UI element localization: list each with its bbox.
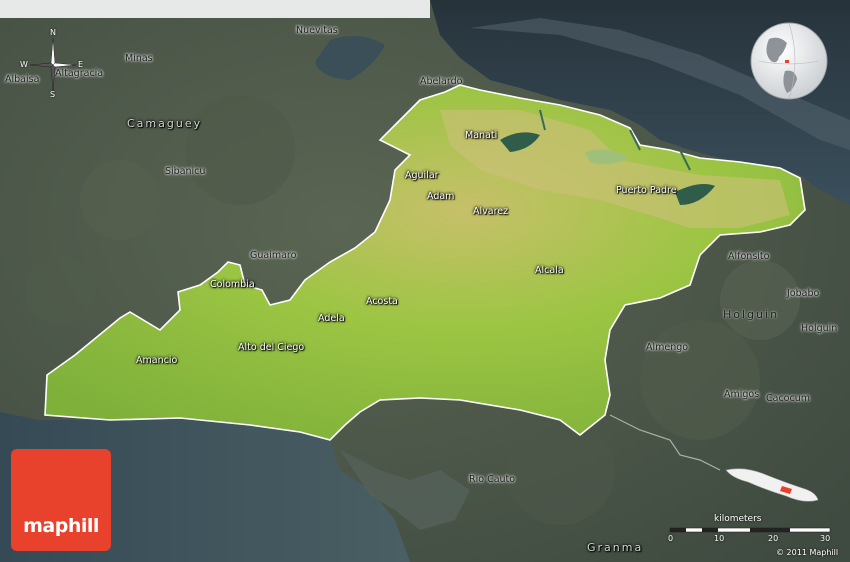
place-label-rio-cauto: Rio Cauto <box>469 474 516 485</box>
scale-tick-10: 10 <box>714 534 725 543</box>
cuba-inset-icon <box>725 468 819 502</box>
province-label-camaguey: Camaguey <box>127 117 203 130</box>
scale-bar-graphic <box>669 527 831 533</box>
cuba-inset-locator <box>724 462 820 508</box>
globe-locator <box>749 21 829 101</box>
place-label-cacocum: Cacocum <box>766 393 810 404</box>
place-label-alto-del-ciego: Alto del Ciego <box>238 342 305 353</box>
scale-tick-0: 0 <box>668 534 674 543</box>
place-label-puerto-padre: Puerto Padre <box>616 185 677 196</box>
place-label-alvarez: Alvarez <box>473 206 509 217</box>
place-label-nuevitas: Nuevitas <box>296 25 338 36</box>
place-label-acosta: Acosta <box>366 296 398 307</box>
compass-e: E <box>78 60 84 69</box>
scale-tick-20: 20 <box>768 534 779 543</box>
place-label-amancio: Amancio <box>136 355 178 366</box>
compass-w: W <box>20 60 28 69</box>
place-label-almengo: Almengo <box>646 342 689 353</box>
copyright-text: © 2011 Maphill <box>776 548 839 557</box>
place-label-adela: Adela <box>318 313 345 324</box>
place-label-jobabo: Jobabo <box>787 288 820 299</box>
compass-n: N <box>50 28 56 37</box>
place-label-abelardo: Abelardo <box>420 76 463 87</box>
place-label-minas: Minas <box>125 53 153 64</box>
place-label-alfonsito: Alfonsito <box>728 251 770 262</box>
satellite-map: Camaguey Holguin Granma Nuevitas Minas A… <box>0 0 850 562</box>
place-label-adam: Adam <box>427 191 455 202</box>
place-label-sibanicu: Sibanicu <box>165 166 206 177</box>
compass-rose: N S W E <box>20 28 83 100</box>
province-label-granma: Granma <box>587 541 644 554</box>
compass-s: S <box>50 90 56 99</box>
logo-text: maphill <box>23 515 99 537</box>
place-label-guaimaro: Guaimaro <box>250 250 297 261</box>
place-label-manati: Manati <box>465 130 498 141</box>
place-label-alcala: Alcala <box>535 265 564 276</box>
scale-tick-30: 30 <box>820 534 831 543</box>
place-label-holguin-city: Holguin <box>801 323 838 334</box>
place-label-aguilar: Aguilar <box>405 170 439 181</box>
place-label-colombia: Colombia <box>210 279 255 290</box>
maphill-logo[interactable]: maphill <box>11 449 111 551</box>
place-label-amigos: Amigos <box>724 389 760 400</box>
province-label-holguin: Holguin <box>723 308 780 321</box>
globe-icon <box>750 22 828 100</box>
